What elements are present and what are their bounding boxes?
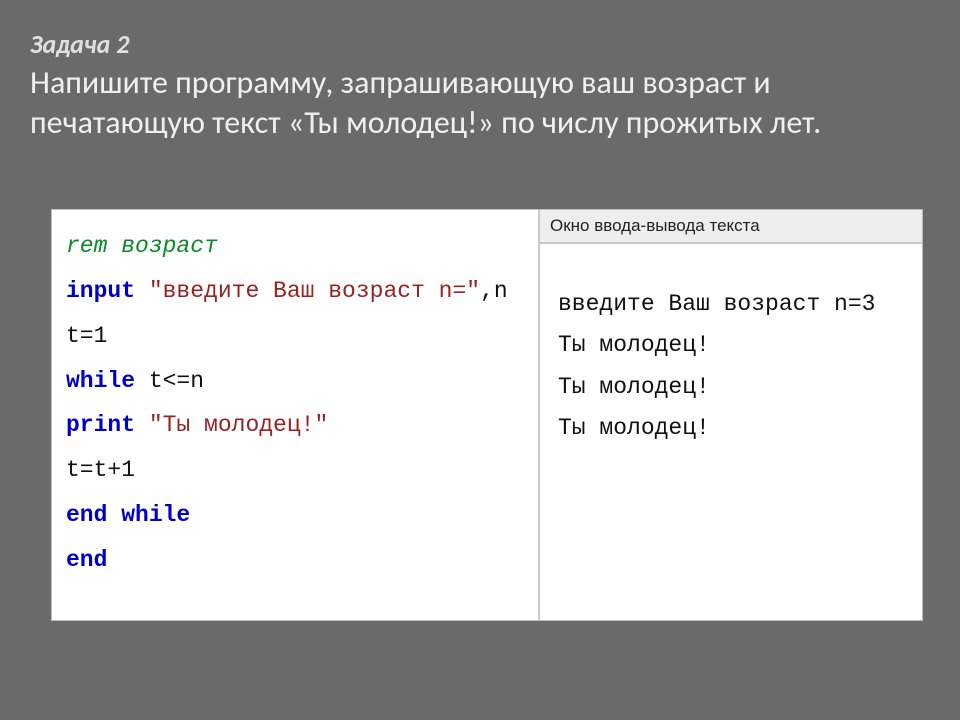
output-body: введите Ваш возраст n=3 Ты молодец! Ты м… <box>540 244 922 450</box>
print-keyword: print <box>66 412 135 438</box>
heading-block: Задача 2 Напишите программу, запрашивающ… <box>30 28 930 143</box>
output-line: Ты молодец! <box>558 367 912 408</box>
while-keyword: while <box>66 368 135 394</box>
output-line: Ты молодец! <box>558 408 912 449</box>
output-line: введите Ваш возраст n=3 <box>558 284 912 325</box>
task-text: Напишите программу, запрашивающую ваш во… <box>30 63 910 143</box>
code-line-endwhile: end while <box>66 493 528 538</box>
code-line-print: print "Ты молодец!" <box>66 403 528 448</box>
print-string: "Ты молодец!" <box>149 412 328 438</box>
input-tail: ,n <box>480 278 508 304</box>
output-pane: Окно ввода-вывода текста введите Ваш воз… <box>540 210 922 620</box>
output-line: Ты молодец! <box>558 325 912 366</box>
code-line-while: while t<=n <box>66 359 528 404</box>
slide: Задача 2 Напишите программу, запрашивающ… <box>0 0 960 720</box>
code-line-end: end <box>66 538 528 583</box>
panels: rem возраст input "введите Ваш возраст n… <box>52 210 922 620</box>
code-pane: rem возраст input "введите Ваш возраст n… <box>52 210 540 620</box>
rem-keyword: rem <box>66 233 107 259</box>
code-line-t1: t=1 <box>66 314 528 359</box>
code-line-tinc: t=t+1 <box>66 448 528 493</box>
rem-comment: возраст <box>107 233 217 259</box>
input-keyword: input <box>66 278 135 304</box>
while-cond: t<=n <box>135 368 204 394</box>
code-line-rem: rem возраст <box>66 224 528 269</box>
output-title: Окно ввода-вывода текста <box>540 210 922 244</box>
code-line-input: input "введите Ваш возраст n=",n <box>66 269 528 314</box>
input-string: "введите Ваш возраст n=" <box>149 278 480 304</box>
task-number: Задача 2 <box>30 28 930 61</box>
